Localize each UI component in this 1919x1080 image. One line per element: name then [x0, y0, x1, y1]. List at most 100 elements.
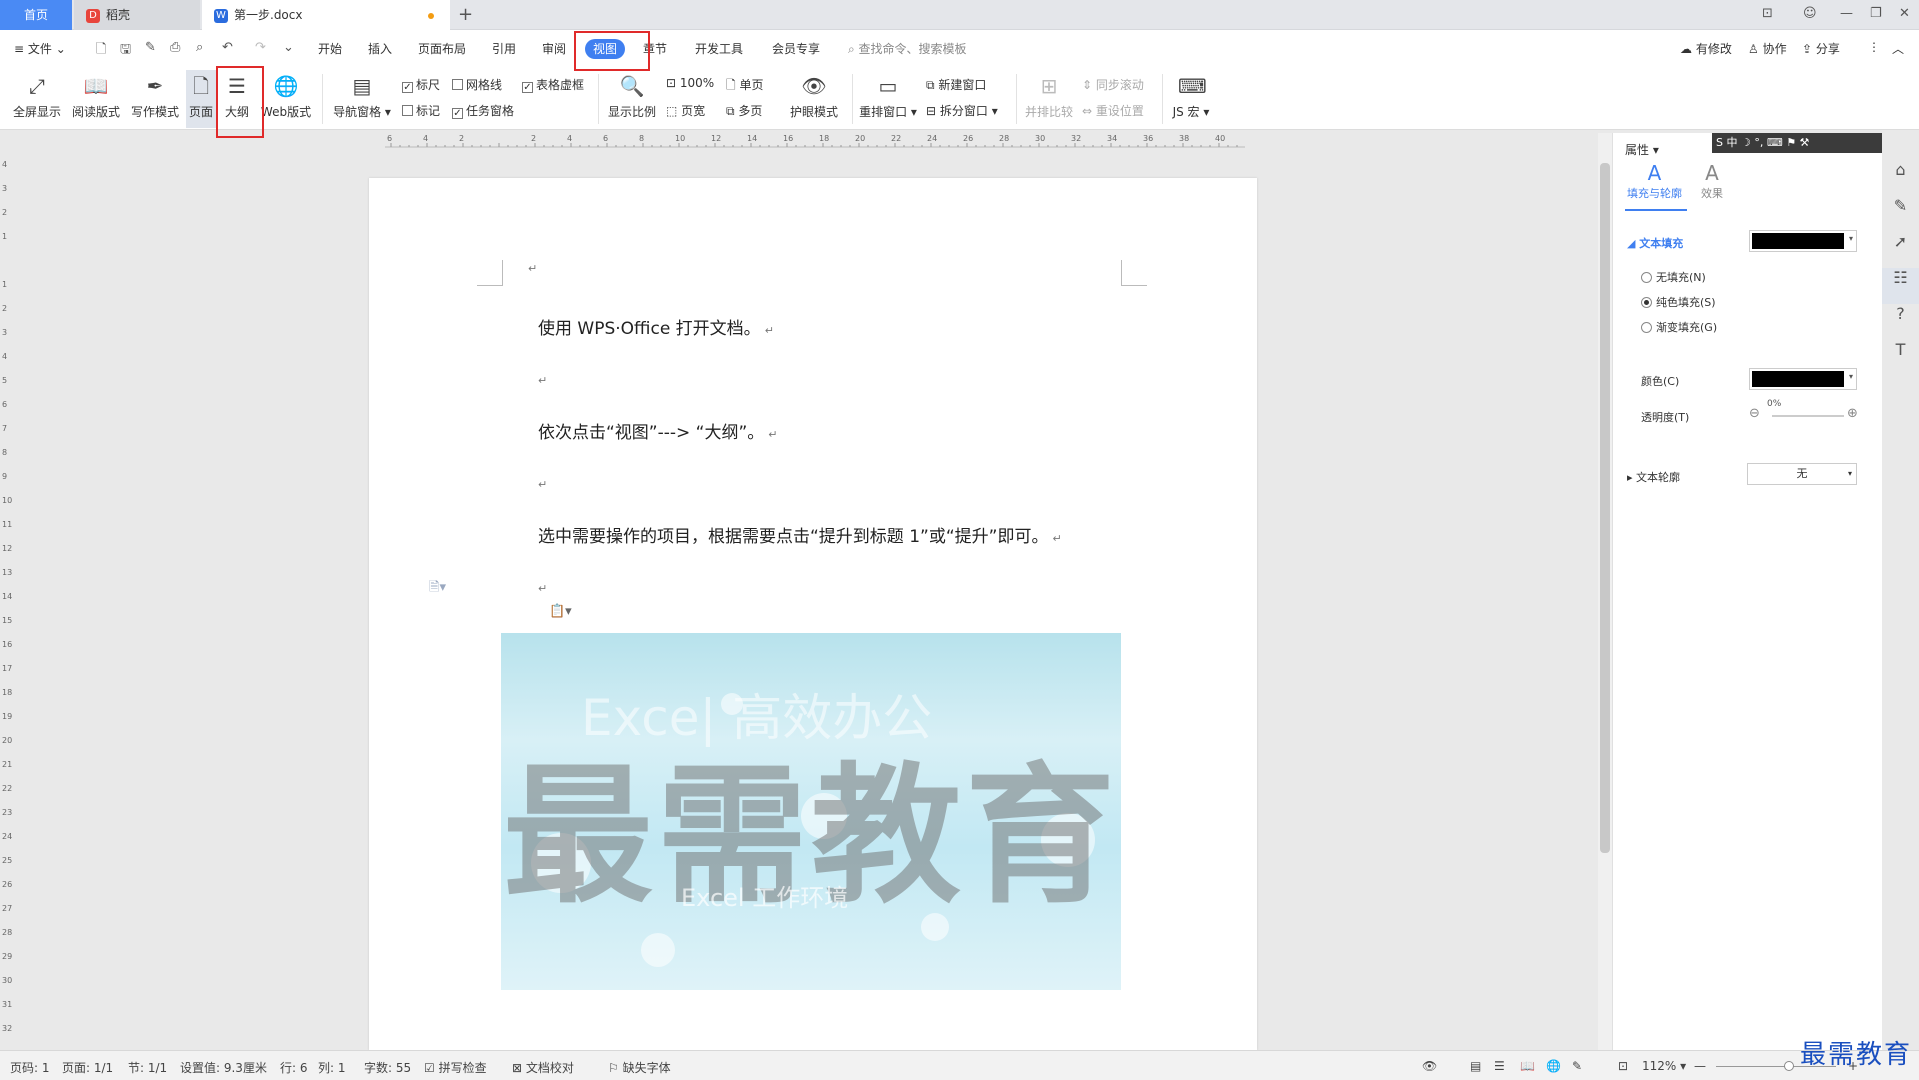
panel-title[interactable]: 属性 ▾ [1625, 141, 1659, 158]
status-pages[interactable]: 页面: 1/1 [62, 1059, 113, 1076]
avatar[interactable]: ☺ [1803, 6, 1817, 21]
document-page[interactable]: ↵ 使用 WPS·Office 打开文档。 ↵ ↵ 依次点击“视图”---> “大… [369, 178, 1257, 1050]
table-gridlines-checkbox[interactable]: ✓ 表格虚框 [522, 76, 584, 93]
status-words[interactable]: 字数: 55 [364, 1059, 411, 1076]
print-icon[interactable]: ⎙ [170, 40, 180, 55]
menu-layout[interactable]: 页面布局 [418, 40, 466, 57]
tab-home[interactable]: 首页 [0, 0, 72, 30]
task-pane-checkbox[interactable]: ✓ 任务窗格 [452, 102, 514, 119]
cursor-icon[interactable]: ➚ [1882, 232, 1919, 268]
changes-button[interactable]: ☁ 有修改 [1680, 40, 1732, 57]
menu-developer[interactable]: 开发工具 [695, 40, 743, 57]
collaborate-button[interactable]: ♙ 协作 [1748, 40, 1787, 57]
reading-view-status-icon[interactable]: 📖 [1520, 1059, 1535, 1073]
menu-insert[interactable]: 插入 [368, 40, 392, 57]
reset-position-button[interactable]: ⇔ 重设位置 [1082, 102, 1144, 119]
layout-icon[interactable]: ⊡ [1762, 6, 1773, 21]
page-width-button[interactable]: ⬚ 页宽 [666, 102, 705, 119]
shape-icon[interactable]: ⌂ [1882, 160, 1919, 196]
increase-icon[interactable]: ⊕ [1847, 406, 1858, 421]
text-fill-section[interactable]: ◢ 文本填充 [1627, 235, 1683, 251]
single-page-button[interactable]: 🗋 单页 [726, 76, 763, 97]
text-outline-section[interactable]: ▸ 文本轮廓 [1627, 469, 1680, 485]
status-section[interactable]: 节: 1/1 [128, 1059, 167, 1076]
status-page[interactable]: 页码: 1 [10, 1059, 50, 1076]
page-view-button[interactable]: 🗋 页面 [186, 70, 216, 128]
zoom-slider-knob[interactable] [1784, 1061, 1794, 1071]
multi-page-button[interactable]: ⧉ 多页 [726, 102, 762, 119]
rearrange-window-button[interactable]: ▭ 重排窗口 ▾ [858, 70, 918, 128]
menu-start[interactable]: 开始 [318, 40, 342, 57]
fit-page-icon[interactable]: ⊡ [1618, 1059, 1628, 1073]
doc-handle-icon[interactable]: 🗎▾ [429, 578, 446, 600]
marks-checkbox[interactable]: 标记 [402, 102, 440, 119]
new-doc-icon[interactable]: 🗋 [96, 40, 106, 62]
reading-mode-button[interactable]: 📖 阅读版式 [68, 70, 124, 128]
paragraph-3[interactable]: 选中需要操作的项目，根据需要点击“提升到标题 1”或“提升”即可。 ↵ [538, 522, 1062, 547]
text-outline-select[interactable]: 无 ▾ [1747, 463, 1857, 485]
tab-effect[interactable]: A 效果 [1701, 161, 1723, 201]
properties-icon[interactable]: ☷ [1882, 268, 1919, 304]
missing-font-button[interactable]: ⚐ 缺失字体 [608, 1059, 671, 1076]
close-button[interactable]: ✕ [1899, 6, 1910, 21]
status-setting[interactable]: 设置值: 9.3厘米 [180, 1059, 267, 1076]
web-view-status-icon[interactable]: 🌐 [1546, 1059, 1561, 1073]
menu-review[interactable]: 审阅 [542, 40, 566, 57]
new-tab-button[interactable]: + [458, 4, 473, 25]
restore-button[interactable]: ❐ [1870, 6, 1882, 21]
paragraph-2[interactable]: 依次点击“视图”---> “大纲”。 ↵ [538, 418, 778, 443]
side-by-side-button[interactable]: ⊞ 并排比较 [1022, 70, 1076, 128]
writing-mode-button[interactable]: ✒ 写作模式 [126, 70, 184, 128]
paste-options-icon[interactable]: 📋▾ [549, 604, 572, 619]
scrollbar-thumb[interactable] [1600, 163, 1610, 853]
gradient-fill-radio[interactable]: 渐变填充(G) [1641, 319, 1717, 335]
more-quick-icon[interactable]: ⌄ [283, 40, 294, 55]
text-icon[interactable]: T [1882, 340, 1919, 376]
command-search[interactable]: ⌕ 查找命令、搜索模板 [848, 40, 967, 57]
tab-fill-outline[interactable]: A 填充与轮廓 [1627, 161, 1682, 201]
js-macro-button[interactable]: ⌨ JS 宏 ▾ [1168, 70, 1214, 128]
zoom-level[interactable]: 112% ▾ [1642, 1059, 1686, 1073]
ruler-checkbox[interactable]: ✓ 标尺 [402, 76, 440, 93]
proofread-button[interactable]: ⊠ 文档校对 [512, 1059, 574, 1076]
gridlines-checkbox[interactable]: 网格线 [452, 76, 502, 93]
zoom-100-button[interactable]: ⊡ 100% [666, 76, 714, 90]
more-menu-icon[interactable]: ⋮ [1868, 40, 1880, 54]
writing-view-status-icon[interactable]: ✎ [1572, 1059, 1582, 1073]
paragraph-1[interactable]: 使用 WPS·Office 打开文档。 ↵ [538, 314, 774, 339]
nav-pane-button[interactable]: ▤ 导航窗格 ▾ [330, 70, 394, 128]
ime-toolbar[interactable]: S 中 ☽ °, ⌨ ⚑ ⚒ [1712, 133, 1882, 153]
format-painter-icon[interactable]: ✎ [145, 40, 156, 55]
text-fill-color-picker[interactable]: ▾ [1749, 230, 1857, 252]
zoom-ratio-button[interactable]: 🔍 显示比例 [604, 70, 660, 128]
save-icon[interactable]: 🖫 [120, 40, 131, 62]
outline-view-status-icon[interactable]: ☰ [1494, 1059, 1505, 1073]
fullscreen-button[interactable]: ⤢ 全屏显示 [8, 70, 66, 128]
split-window-button[interactable]: ⊟ 拆分窗口 ▾ [926, 102, 998, 119]
tab-daoke[interactable]: D 稻壳 [74, 0, 200, 30]
eye-mode-button[interactable]: 👁 护眼模式 [784, 70, 844, 128]
print-preview-icon[interactable]: ⌕ [196, 40, 203, 55]
decrease-icon[interactable]: ⊖ [1749, 406, 1760, 421]
menu-member[interactable]: 会员专享 [772, 40, 820, 57]
new-window-button[interactable]: ⧉ 新建窗口 [926, 76, 986, 93]
edit-icon[interactable]: ✎ [1882, 196, 1919, 232]
tab-document[interactable]: W 第一步.docx [202, 0, 450, 30]
help-icon[interactable]: ? [1882, 304, 1919, 340]
document-image[interactable]: Exce| 高效办公 最需教育 Excel 工作环境 [501, 633, 1121, 990]
file-menu[interactable]: ≡ 文件 ⌄ [14, 40, 66, 57]
collapse-ribbon-icon[interactable]: ︿ [1892, 40, 1904, 57]
color-picker[interactable]: ▾ [1749, 368, 1857, 390]
no-fill-radio[interactable]: 无填充(N) [1641, 269, 1706, 285]
menu-reference[interactable]: 引用 [492, 40, 516, 57]
solid-fill-radio[interactable]: 纯色填充(S) [1641, 294, 1716, 310]
share-button[interactable]: ⇪ 分享 [1802, 40, 1840, 57]
web-layout-button[interactable]: 🌐 Web版式 [258, 70, 314, 128]
redo-icon[interactable]: ↷ [255, 40, 266, 55]
vertical-scrollbar[interactable] [1598, 133, 1612, 1050]
undo-icon[interactable]: ↶ [222, 40, 233, 55]
page-view-status-icon[interactable]: ▤ [1470, 1059, 1481, 1073]
transparency-slider[interactable] [1772, 415, 1844, 417]
minimize-button[interactable]: — [1840, 6, 1853, 21]
eye-mode-status-icon[interactable]: 👁 [1422, 1059, 1437, 1073]
